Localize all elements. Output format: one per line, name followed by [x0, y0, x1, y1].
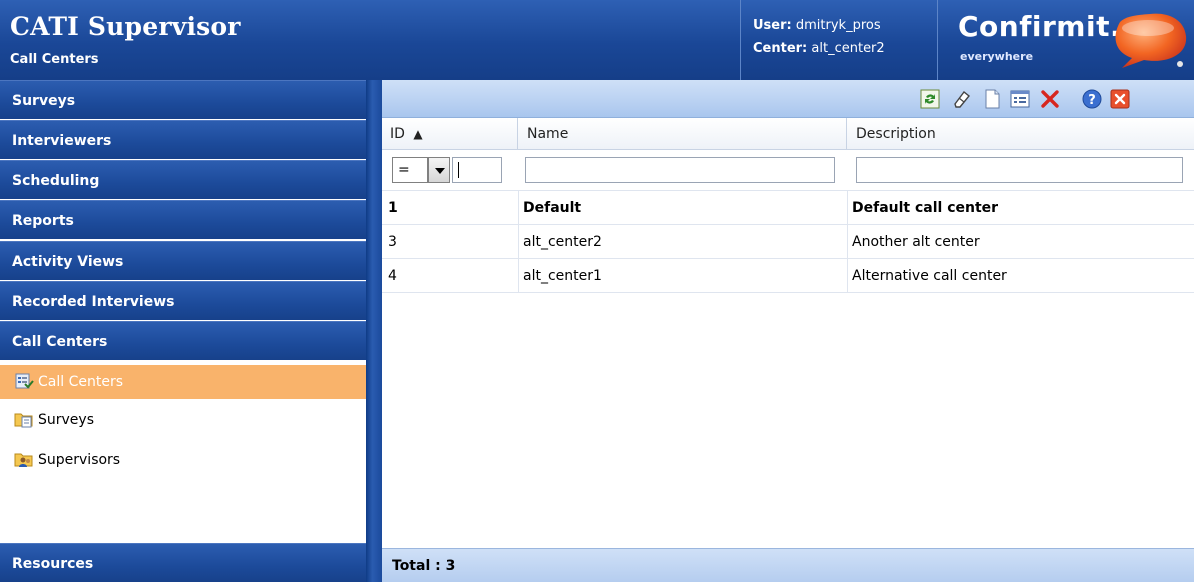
- grid-header-row: ID ▲ Name Description: [382, 118, 1194, 150]
- folder-users-icon: [14, 453, 33, 467]
- sidebar-section-call-centers[interactable]: Call Centers: [0, 321, 366, 360]
- app-header: CATI Supervisor Call Centers User: dmitr…: [0, 0, 1194, 80]
- filter-operator-select[interactable]: =: [392, 157, 428, 183]
- header-divider: [740, 0, 741, 80]
- sort-ascending-icon: ▲: [413, 127, 423, 141]
- table-row[interactable]: 4 alt_center1 Alternative call center: [382, 259, 1194, 293]
- cell-id: 1: [388, 200, 398, 216]
- eraser-icon[interactable]: [950, 87, 974, 111]
- speech-bubble-logo-icon: [1115, 13, 1187, 68]
- logo-wordmark: Confirmit.: [958, 10, 1122, 43]
- filter-description-input[interactable]: [856, 157, 1183, 183]
- column-header-name[interactable]: Name: [519, 118, 847, 150]
- cell-description: Another alt center: [852, 234, 980, 250]
- column-divider: [518, 191, 519, 293]
- user-info: User: dmitryk_pros Center: alt_center2: [753, 14, 885, 60]
- cell-name: Default: [523, 200, 582, 216]
- center-label: Center:: [753, 41, 808, 56]
- sidebar-section-activity-views[interactable]: Activity Views: [0, 241, 366, 280]
- header-divider: [937, 0, 938, 80]
- properties-icon[interactable]: [1008, 87, 1032, 111]
- close-icon[interactable]: [1108, 87, 1132, 111]
- cell-id: 3: [388, 234, 397, 250]
- logo-tagline: everywhere: [960, 50, 1034, 63]
- grid-footer-total: Total : 3: [382, 548, 1194, 582]
- table-row[interactable]: 3 alt_center2 Another alt center: [382, 225, 1194, 259]
- center-value: alt_center2: [811, 41, 885, 56]
- call-center-list-icon: [15, 373, 34, 389]
- sidebar-item-label: Supervisors: [38, 452, 121, 468]
- table-row[interactable]: 1 Default Default call center: [382, 191, 1194, 225]
- cell-description: Alternative call center: [852, 268, 1007, 284]
- filter-name-input[interactable]: [525, 157, 835, 183]
- confirmit-logo: Confirmit. everywhere: [958, 6, 1190, 76]
- sidebar-section-recorded-interviews[interactable]: Recorded Interviews: [0, 281, 366, 320]
- sidebar-item-label: Call Centers: [38, 374, 123, 390]
- cell-name: alt_center2: [523, 234, 602, 250]
- column-header-label: ID: [390, 126, 405, 142]
- sidebar-item-surveys[interactable]: Surveys: [0, 403, 366, 437]
- user-value: dmitryk_pros: [795, 18, 881, 33]
- folder-surveys-icon: [14, 413, 33, 428]
- column-divider: [847, 191, 848, 293]
- sidebar-item-label: Surveys: [38, 412, 94, 428]
- sidebar: Surveys Interviewers Scheduling Reports …: [0, 80, 366, 582]
- chevron-down-icon[interactable]: [428, 157, 450, 183]
- sidebar-section-interviewers[interactable]: Interviewers: [0, 120, 366, 159]
- delete-icon[interactable]: [1038, 87, 1062, 111]
- sidebar-section-resources[interactable]: Resources: [0, 543, 366, 582]
- column-header-id[interactable]: ID ▲: [382, 118, 518, 150]
- sidebar-item-supervisors[interactable]: Supervisors: [0, 443, 366, 477]
- svg-text:?: ?: [1088, 93, 1096, 108]
- cell-id: 4: [388, 268, 397, 284]
- cell-name: alt_center1: [523, 268, 602, 284]
- filter-id-input[interactable]: [452, 157, 502, 183]
- cell-description: Default call center: [852, 200, 999, 216]
- column-header-description[interactable]: Description: [848, 118, 1194, 150]
- sidebar-item-call-centers[interactable]: Call Centers: [0, 365, 366, 399]
- sidebar-section-surveys[interactable]: Surveys: [0, 80, 366, 119]
- sidebar-section-reports[interactable]: Reports: [0, 200, 366, 239]
- sidebar-splitter[interactable]: [366, 80, 382, 582]
- refresh-icon[interactable]: [918, 87, 942, 111]
- grid-toolbar: ?: [382, 80, 1194, 118]
- sidebar-section-scheduling[interactable]: Scheduling: [0, 160, 366, 199]
- new-document-icon[interactable]: [980, 87, 1004, 111]
- page-subtitle: Call Centers: [10, 52, 99, 67]
- user-label: User:: [753, 18, 792, 33]
- app-title: CATI Supervisor: [10, 12, 241, 41]
- help-icon[interactable]: ?: [1080, 87, 1104, 111]
